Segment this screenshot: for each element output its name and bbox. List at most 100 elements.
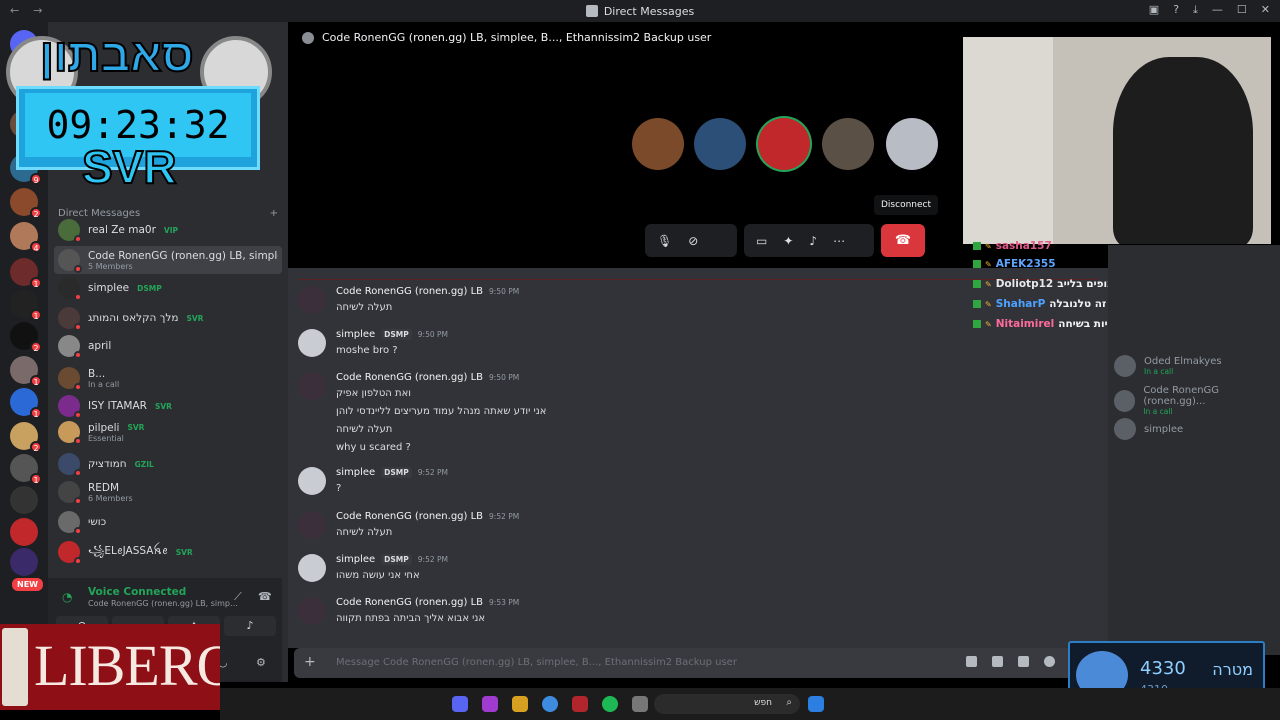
dm-name-row: simplee DSMP: [88, 282, 165, 294]
windows-start-icon[interactable]: [808, 696, 824, 712]
server-icon[interactable]: 1: [10, 454, 42, 485]
download-icon[interactable]: ⤓: [1193, 3, 1198, 17]
dm-item[interactable]: real Ze ma0r VIP: [54, 216, 282, 244]
server-icon[interactable]: 1: [10, 356, 42, 387]
server-icon[interactable]: 2: [10, 188, 42, 219]
author-avatar[interactable]: [298, 372, 326, 400]
disconnect-button[interactable]: ☎: [881, 224, 925, 257]
server-icon[interactable]: 1: [10, 258, 42, 289]
message-body: simplee DSMP 9:52 PM ?: [336, 467, 448, 495]
participant-avatar[interactable]: [758, 118, 810, 170]
avatar: [58, 481, 82, 505]
signal-icon[interactable]: ◔: [62, 590, 76, 604]
settings-gear-icon[interactable]: ⚙: [256, 656, 266, 669]
unread-badge: 2: [30, 341, 42, 353]
activities-icon[interactable]: ✦: [783, 234, 793, 248]
upload-plus-icon[interactable]: +: [304, 654, 316, 670]
server-icon[interactable]: 4: [10, 222, 42, 253]
dm-item[interactable]: simplee DSMP: [54, 274, 282, 302]
server-icon[interactable]: [10, 518, 38, 546]
author-avatar[interactable]: [298, 329, 326, 357]
voice-channel[interactable]: Code RonenGG (ronen.gg) LB, simplee, B..…: [88, 599, 238, 608]
server-icon[interactable]: 2: [10, 322, 42, 353]
author-name[interactable]: Code RonenGG (ronen.gg) LB: [336, 372, 483, 383]
author-avatar[interactable]: [298, 554, 326, 582]
chat-message[interactable]: Code RonenGG (ronen.gg) LB 9:53 PM אני א…: [298, 597, 519, 625]
disconnect-icon[interactable]: ☎: [258, 590, 272, 603]
dm-item[interactable]: REDM 6 Members: [54, 478, 282, 506]
back-arrow-icon[interactable]: ←: [10, 4, 19, 17]
window-controls: ▣ ? ⤓ — ☐ ✕: [1149, 3, 1270, 17]
author-name[interactable]: Code RonenGG (ronen.gg) LB: [336, 286, 483, 297]
chat-message[interactable]: Code RonenGG (ronen.gg) LB 9:50 PM ואת ה…: [298, 372, 546, 454]
taskbar-search[interactable]: חפש ⌕: [654, 694, 800, 714]
minimize-icon[interactable]: —: [1212, 3, 1223, 17]
member-item[interactable]: Oded Elmakyes In a call: [1114, 355, 1222, 377]
chat-message[interactable]: Code RonenGG (ronen.gg) LB 9:50 PM תעלה …: [298, 286, 519, 314]
screen-share-icon[interactable]: ▭: [756, 234, 767, 248]
participant-avatar[interactable]: [822, 118, 874, 170]
app-taskbar-icon[interactable]: [512, 696, 528, 712]
author-name[interactable]: simplee: [336, 329, 375, 340]
message-body: Code RonenGG (ronen.gg) LB 9:50 PM תעלה …: [336, 286, 519, 314]
author-name[interactable]: Code RonenGG (ronen.gg) LB: [336, 511, 483, 522]
member-text: Code RonenGG (ronen.gg)... In a call: [1143, 385, 1280, 416]
discord-taskbar-icon[interactable]: [452, 696, 468, 712]
inbox-icon[interactable]: ▣: [1149, 3, 1159, 17]
participant-avatar[interactable]: [632, 118, 684, 170]
app-taskbar-icon[interactable]: [572, 696, 588, 712]
help-icon[interactable]: ?: [1173, 3, 1179, 17]
message-input[interactable]: Message Code RonenGG (ronen.gg) LB, simp…: [336, 657, 737, 668]
member-item[interactable]: Code RonenGG (ronen.gg)... In a call: [1114, 385, 1280, 416]
app-taskbar-icon[interactable]: [482, 696, 498, 712]
dm-item[interactable]: כושי: [54, 508, 282, 536]
dm-item[interactable]: pilpeli SVR Essential: [54, 418, 282, 446]
dm-item[interactable]: ISY ITAMAR SVR: [54, 392, 282, 420]
maximize-icon[interactable]: ☐: [1237, 3, 1247, 17]
author-avatar[interactable]: [298, 511, 326, 539]
dm-item[interactable]: מלך הקלאס והמותג SVR: [54, 304, 282, 332]
dm-item[interactable]: ꧁ELꫀJASSAꫝꫀ SVR: [54, 538, 282, 566]
dm-item[interactable]: חמודציק GZIL: [54, 450, 282, 478]
mic-icon[interactable]: 🎙︎: [657, 234, 672, 248]
author-avatar[interactable]: [298, 286, 326, 314]
chat-message[interactable]: simplee DSMP 9:52 PM אחי אני עושה משהו: [298, 554, 448, 582]
emoji-icon[interactable]: [1044, 656, 1055, 667]
dm-item[interactable]: B... In a call: [54, 364, 282, 392]
soundboard-icon[interactable]: ♪: [224, 616, 276, 636]
mic-camera-controls: 🎙︎ ⊘: [645, 224, 737, 257]
server-icon[interactable]: 2: [10, 422, 42, 453]
server-icon[interactable]: 1: [10, 290, 42, 321]
hourglass-icon[interactable]: [10, 486, 38, 514]
spotify-taskbar-icon[interactable]: [602, 696, 618, 712]
author-name[interactable]: Code RonenGG (ronen.gg) LB: [336, 597, 483, 608]
goal-label: מטרה: [1212, 660, 1253, 679]
file-explorer-icon[interactable]: [632, 696, 648, 712]
more-icon[interactable]: ⋯: [833, 234, 845, 248]
author-avatar[interactable]: [298, 597, 326, 625]
timestamp: 9:53 PM: [489, 598, 520, 607]
soundboard-icon[interactable]: ♪: [809, 234, 817, 248]
forward-arrow-icon[interactable]: →: [33, 4, 42, 17]
chrome-taskbar-icon[interactable]: [542, 696, 558, 712]
gif-icon[interactable]: [992, 656, 1003, 667]
sticker-icon[interactable]: [1018, 656, 1029, 667]
dm-item[interactable]: Code RonenGG (ronen.gg) LB, simplee, ...…: [54, 246, 282, 274]
close-icon[interactable]: ✕: [1261, 3, 1270, 17]
server-icon[interactable]: [10, 548, 38, 576]
dm-name: ꧁ELꫀJASSAꫝꫀ: [88, 544, 168, 557]
server-icon[interactable]: 1: [10, 388, 42, 419]
chat-message[interactable]: simplee DSMP 9:52 PM ?: [298, 467, 448, 495]
participant-avatar[interactable]: [694, 118, 746, 170]
member-item[interactable]: simplee: [1114, 418, 1183, 440]
noise-suppression-icon[interactable]: ⟋: [234, 590, 242, 604]
participant-avatar[interactable]: [886, 118, 938, 170]
author-avatar[interactable]: [298, 467, 326, 495]
dm-item[interactable]: april: [54, 332, 282, 360]
gift-icon[interactable]: [966, 656, 977, 667]
chat-message[interactable]: simplee DSMP 9:50 PM moshe bro ?: [298, 329, 448, 357]
chat-message[interactable]: Code RonenGG (ronen.gg) LB 9:52 PM תעלה …: [298, 511, 519, 539]
camera-off-icon[interactable]: ⊘: [688, 234, 698, 248]
author-name[interactable]: simplee: [336, 467, 375, 478]
author-name[interactable]: simplee: [336, 554, 375, 565]
